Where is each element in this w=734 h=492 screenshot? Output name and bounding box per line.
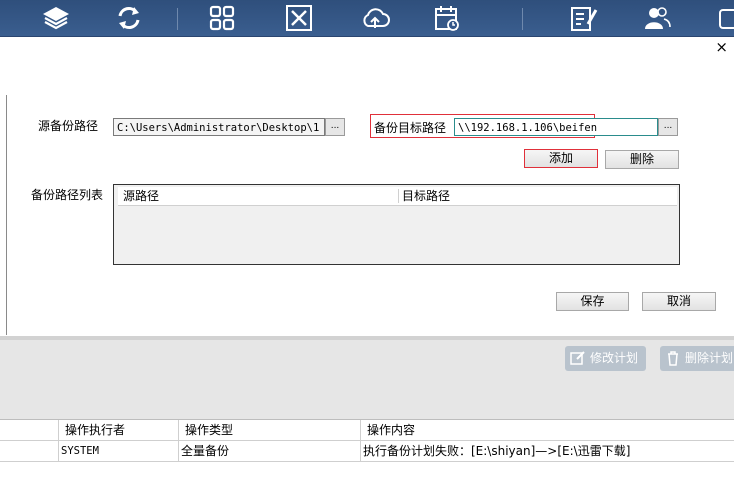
edit-plan-button[interactable]: 修改计划 <box>565 346 646 371</box>
users-icon[interactable] <box>640 3 674 33</box>
target-path-input[interactable]: \\192.168.1.106\beifen <box>454 118 658 136</box>
top-toolbar <box>0 0 734 37</box>
column-operator[interactable]: 操作执行者 <box>58 420 178 440</box>
column-source-path[interactable]: 源路径 <box>123 187 159 205</box>
edit-document-icon[interactable] <box>566 3 600 33</box>
source-path-label: 源备份路径 <box>38 119 99 133</box>
list-header: 源路径 目标路径 <box>118 187 677 206</box>
target-path-label: 备份目标路径 <box>374 121 447 135</box>
window-icon[interactable] <box>712 3 734 33</box>
cell-operator: SYSTEM <box>58 441 178 461</box>
grid-icon[interactable] <box>205 3 239 33</box>
backup-list-label: 备份路径列表 <box>31 188 104 202</box>
delete-plan-button[interactable]: 删除计划 <box>660 346 734 371</box>
table-header-row: 操作执行者 操作类型 操作内容 <box>0 420 734 441</box>
source-path-input[interactable]: C:\Users\Administrator\Desktop\1 <box>113 118 325 136</box>
backup-path-list[interactable]: 源路径 目标路径 <box>113 184 680 265</box>
delete-button[interactable]: 删除 <box>605 150 679 169</box>
tools-icon[interactable] <box>282 3 316 33</box>
trash-icon <box>668 351 678 366</box>
delete-plan-label: 删除计划 <box>685 351 734 365</box>
column-operation-content[interactable]: 操作内容 <box>360 420 734 440</box>
cell-operation-content: 执行备份计划失败：[E:\shiyan]—>[E:\迅雷下载] <box>360 441 734 461</box>
cancel-button[interactable]: 取消 <box>642 292 716 311</box>
close-icon[interactable]: × <box>715 38 728 56</box>
target-browse-button[interactable]: ... <box>658 118 678 136</box>
edit-icon <box>570 351 585 365</box>
calendar-icon[interactable] <box>430 3 464 33</box>
save-button[interactable]: 保存 <box>556 292 629 311</box>
cell-operation-type: 全量备份 <box>178 441 360 461</box>
action-bar: 修改计划 删除计划 <box>0 336 734 422</box>
operation-log-table: 操作执行者 操作类型 操作内容 SYSTEM 全量备份 执行备份计划失败：[E:… <box>0 419 734 462</box>
edit-plan-label: 修改计划 <box>590 351 639 365</box>
sync-icon[interactable] <box>112 3 146 33</box>
layers-icon[interactable] <box>39 3 73 33</box>
column-target-path[interactable]: 目标路径 <box>402 187 450 205</box>
table-row[interactable]: SYSTEM 全量备份 执行备份计划失败：[E:\shiyan]—>[E:\迅雷… <box>0 441 734 462</box>
cloud-upload-icon[interactable] <box>358 3 392 33</box>
add-button[interactable]: 添加 <box>524 149 598 168</box>
column-operation-type[interactable]: 操作类型 <box>178 420 360 440</box>
source-browse-button[interactable]: ... <box>325 118 345 136</box>
